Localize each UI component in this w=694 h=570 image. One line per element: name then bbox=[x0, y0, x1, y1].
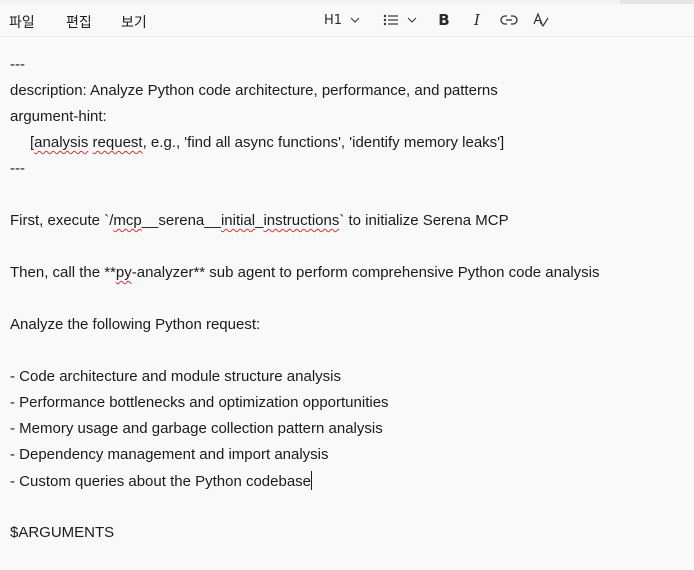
misspelled-word: instructions bbox=[263, 212, 340, 229]
italic-button[interactable]: I bbox=[466, 8, 488, 32]
doc-line: - Dependency management and import analy… bbox=[10, 446, 329, 463]
bold-icon: B bbox=[438, 11, 450, 29]
doc-line: description: Analyze Python code archite… bbox=[10, 82, 498, 99]
misspelled-word: analysis bbox=[34, 134, 89, 151]
doc-line: - Custom queries about the Python codeba… bbox=[10, 471, 313, 492]
doc-line: --- bbox=[10, 56, 25, 73]
doc-line: $ARGUMENTS bbox=[10, 524, 115, 541]
doc-line: Then, call the **py-analyzer** sub agent… bbox=[10, 263, 600, 283]
misspelled-word: py bbox=[115, 264, 132, 281]
doc-line: [analysis request, e.g., 'find all async… bbox=[30, 133, 504, 153]
link-button[interactable] bbox=[497, 8, 521, 32]
bold-button[interactable]: B bbox=[433, 8, 455, 32]
doc-line: argument-hint: bbox=[10, 108, 107, 125]
heading-dropdown[interactable]: H1 bbox=[320, 8, 364, 32]
misspelled-word: mcp bbox=[113, 212, 142, 229]
text-run: -analyzer** sub agent to perform compreh… bbox=[131, 264, 600, 281]
text-run: , e.g., 'find all async functions', 'ide… bbox=[142, 134, 505, 151]
doc-line: First, execute `/mcp__serena__initial_in… bbox=[10, 211, 509, 231]
menu-view[interactable]: 보기 bbox=[121, 10, 147, 34]
doc-line: - Code architecture and module structure… bbox=[10, 368, 341, 385]
misspelled-word: initial bbox=[220, 212, 256, 229]
notepad-window: 파일 편집 보기 H1 B I --- description: Analyze… bbox=[0, 0, 694, 570]
misspelled-word: request bbox=[92, 134, 143, 151]
heading-value: H1 bbox=[323, 12, 343, 28]
spellcheck-icon bbox=[533, 12, 549, 28]
link-icon bbox=[500, 15, 518, 25]
doc-line: - Memory usage and garbage collection pa… bbox=[10, 420, 383, 437]
bulleted-list-icon bbox=[383, 14, 398, 26]
text-run: - Custom queries about the Python codeba… bbox=[10, 473, 312, 490]
chevron-down-icon bbox=[350, 17, 360, 23]
text-run: First, execute `/ bbox=[10, 212, 114, 229]
list-dropdown[interactable] bbox=[378, 8, 422, 32]
text-run: Then, call the ** bbox=[10, 264, 116, 281]
doc-line: - Performance bottlenecks and optimizati… bbox=[10, 394, 389, 411]
menu-edit[interactable]: 편집 bbox=[66, 10, 92, 34]
text-run: ` to initialize Serena MCP bbox=[339, 212, 509, 229]
chevron-down-icon bbox=[407, 17, 417, 23]
menu-file[interactable]: 파일 bbox=[9, 10, 35, 34]
spellcheck-button[interactable] bbox=[529, 8, 553, 32]
italic-icon: I bbox=[474, 11, 480, 29]
doc-line: --- bbox=[10, 160, 25, 177]
text-caret bbox=[311, 471, 313, 490]
text-editor[interactable]: --- description: Analyze Python code arc… bbox=[0, 37, 694, 570]
menu-bar: 파일 편집 보기 H1 B I bbox=[0, 4, 694, 37]
text-run: __serena__ bbox=[141, 212, 221, 229]
doc-line: Analyze the following Python request: bbox=[10, 316, 261, 333]
